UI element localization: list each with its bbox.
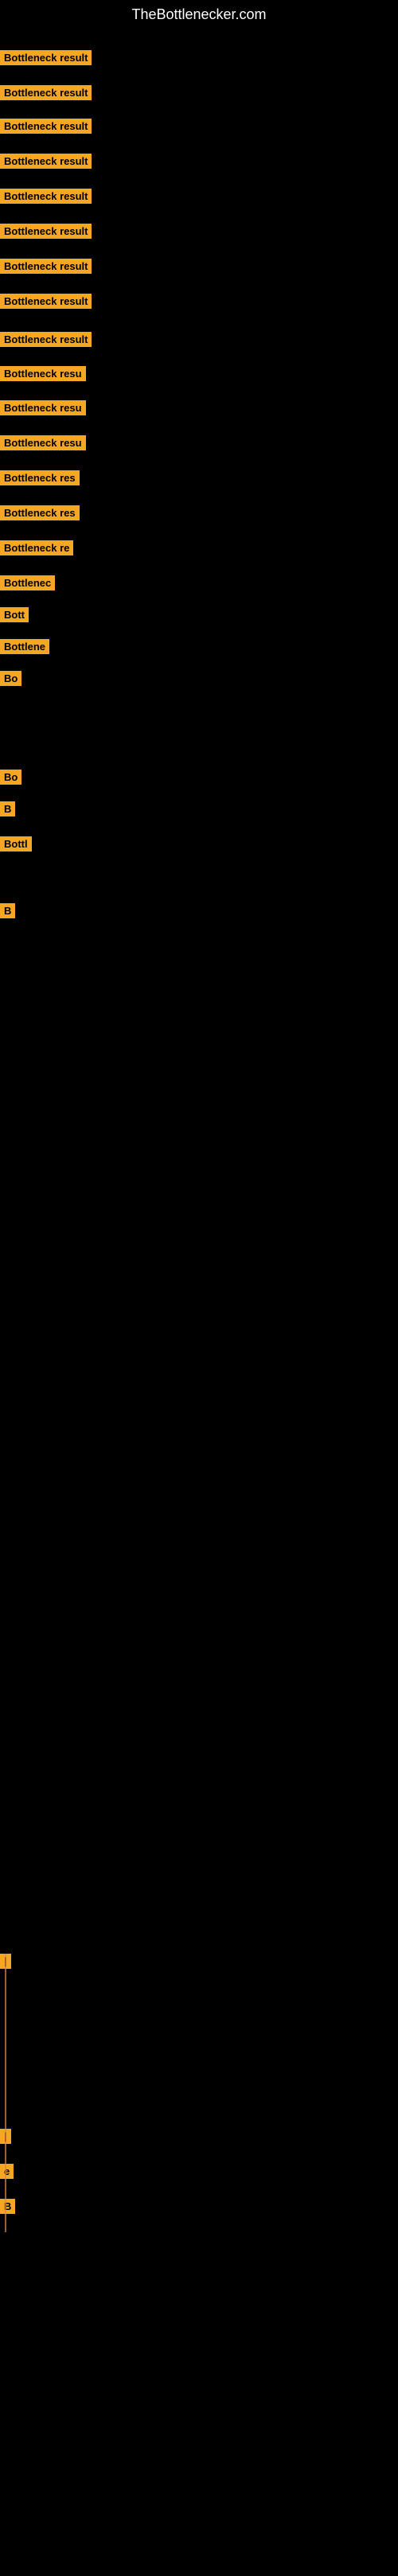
bottleneck-badge: Bott (0, 607, 29, 622)
badges-container: Bottleneck resultBottleneck resultBottle… (0, 29, 398, 2576)
bottleneck-badge: Bottleneck resu (0, 366, 86, 381)
bottleneck-badge: Bottleneck result (0, 119, 92, 134)
bottleneck-badge: Bottleneck res (0, 505, 80, 520)
bottleneck-badge: Bottleneck re (0, 540, 73, 555)
bottleneck-badge: Bottleneck result (0, 50, 92, 65)
bottleneck-badge: Bottleneck result (0, 259, 92, 274)
bottleneck-badge: Bottleneck result (0, 332, 92, 347)
bottleneck-badge: Bottleneck resu (0, 400, 86, 415)
page-wrapper: TheBottlenecker.com Bottleneck result Bot… (0, 0, 398, 2576)
site-title: TheBottlenecker.com (0, 0, 398, 29)
bottleneck-badge: Bottl (0, 836, 32, 852)
bottleneck-badge: Bo (0, 671, 21, 686)
bottleneck-badge: e (0, 2164, 14, 2179)
bottleneck-badge: Bottleneck result (0, 154, 92, 169)
bottleneck-badge: Bottleneck result (0, 224, 92, 239)
bottleneck-badge: Bottleneck resu (0, 435, 86, 450)
bottleneck-badge: Bottlene (0, 639, 49, 654)
bottleneck-badge: B (0, 903, 15, 918)
bottleneck-badge: B (0, 2199, 15, 2214)
bottleneck-badge: Bottleneck result (0, 85, 92, 100)
bottleneck-badge: Bo (0, 770, 21, 785)
bottleneck-badge: Bottleneck result (0, 294, 92, 309)
bottleneck-badge: B (0, 801, 15, 816)
bottleneck-badge: Bottleneck res (0, 470, 80, 485)
bottleneck-badge: Bottleneck result (0, 189, 92, 204)
bottleneck-badge: Bottlenec (0, 575, 55, 590)
left-vertical-line (5, 1954, 6, 2232)
